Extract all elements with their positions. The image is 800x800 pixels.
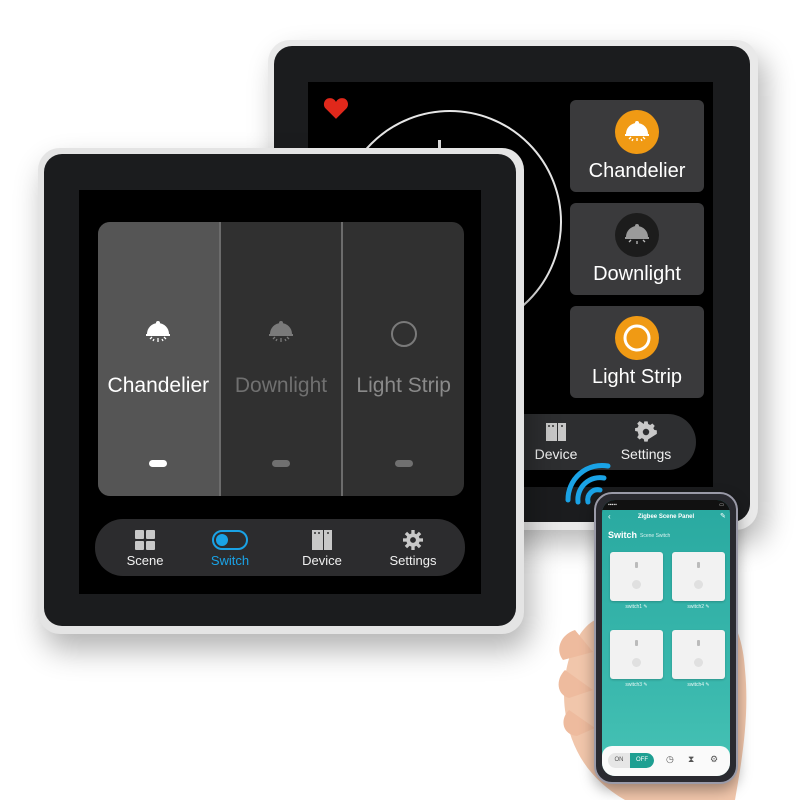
front-bottom-nav: Scene Switch Device Settings [95, 519, 465, 576]
front-panel-screen: Chandelier Downlight Light Strip Scene S… [79, 190, 481, 594]
on-off-toggle[interactable]: ON OFF [608, 753, 654, 768]
nav-settings[interactable]: Settings [373, 529, 453, 568]
switch-card-label[interactable]: switch2 ✎ [672, 604, 725, 610]
switch-card-1[interactable] [610, 552, 663, 601]
scene-card-downlight[interactable]: Downlight [570, 203, 704, 295]
switch-downlight[interactable]: Downlight [218, 222, 342, 496]
device-icon [282, 529, 362, 551]
phone-bottom-bar: ON OFF ◷ ⧗ ⚙ [602, 746, 730, 776]
toggle-icon [190, 529, 270, 551]
nav-label: Settings [620, 446, 672, 462]
nav-device[interactable]: Device [282, 529, 362, 568]
gear-icon [606, 420, 686, 444]
switch-chandelier[interactable]: Chandelier [98, 222, 219, 496]
scene-card-chandelier[interactable]: Chandelier [570, 100, 704, 192]
device-icon [516, 420, 596, 444]
scene-card-label: Chandelier [588, 160, 686, 182]
hourglass-icon[interactable]: ⧗ [688, 754, 694, 765]
battery-icon: ▭ [719, 502, 724, 508]
status-bar: ▪▪▪▪▪ ▭ [602, 500, 730, 510]
scene-card-label: Downlight [593, 263, 681, 285]
switch-card-label[interactable]: switch3 ✎ [610, 682, 663, 688]
chandelier-icon [98, 320, 219, 346]
switch-indicator [394, 460, 413, 467]
switch-card-label[interactable]: switch4 ✎ [672, 682, 725, 688]
switch-light-strip[interactable]: Light Strip [341, 222, 464, 496]
switch-card-3[interactable] [610, 630, 663, 679]
edit-icon[interactable]: ✎ [720, 512, 726, 520]
scene-card-light-strip[interactable]: Light Strip [570, 306, 704, 398]
scene-grid-icon [105, 529, 185, 551]
gear-icon[interactable]: ⚙ [710, 754, 718, 765]
nav-label: Switch [210, 553, 250, 568]
on-button[interactable]: ON [608, 753, 630, 768]
switch-label: Chandelier [107, 374, 210, 397]
switch-indicator [272, 460, 290, 467]
switch-card-4[interactable] [672, 630, 725, 679]
nav-scene[interactable]: Scene [105, 529, 185, 568]
switch-group: Chandelier Downlight Light Strip [98, 222, 464, 496]
scene-card-label: Light Strip [591, 366, 683, 388]
tab-switch[interactable]: Switch [608, 530, 637, 540]
clock-icon[interactable]: ◷ [666, 754, 674, 765]
switch-label: Light Strip [356, 374, 451, 397]
phone-screen: ▪▪▪▪▪ ▭ ‹ Zigbee Scene Panel ✎ Switch Sc… [602, 500, 730, 776]
nav-switch[interactable]: Switch [190, 529, 270, 568]
status-icons: ▪▪▪▪▪ [608, 502, 617, 508]
phone-app-title: Zigbee Scene Panel [637, 514, 695, 520]
heart-icon[interactable] [322, 96, 350, 120]
switch-card-label[interactable]: switch1 ✎ [610, 604, 663, 610]
chandelier-icon [615, 110, 659, 154]
switch-card-2[interactable] [672, 552, 725, 601]
gear-icon [373, 529, 453, 551]
light-strip-icon [343, 320, 464, 348]
downlight-icon [615, 213, 659, 257]
nav-label: Settings [389, 553, 437, 568]
light-strip-icon [615, 316, 659, 360]
nav-settings[interactable]: Settings [606, 420, 686, 462]
switch-indicator [149, 460, 168, 467]
downlight-icon [221, 320, 342, 346]
nav-label: Device [302, 553, 342, 568]
smartphone: ▪▪▪▪▪ ▭ ‹ Zigbee Scene Panel ✎ Switch Sc… [594, 492, 738, 784]
nav-label: Scene [126, 553, 164, 568]
off-button[interactable]: OFF [630, 753, 654, 768]
switch-label: Downlight [234, 374, 328, 397]
nav-device[interactable]: Device [516, 420, 596, 462]
tab-scene-switch[interactable]: Scene Switch [640, 533, 670, 539]
